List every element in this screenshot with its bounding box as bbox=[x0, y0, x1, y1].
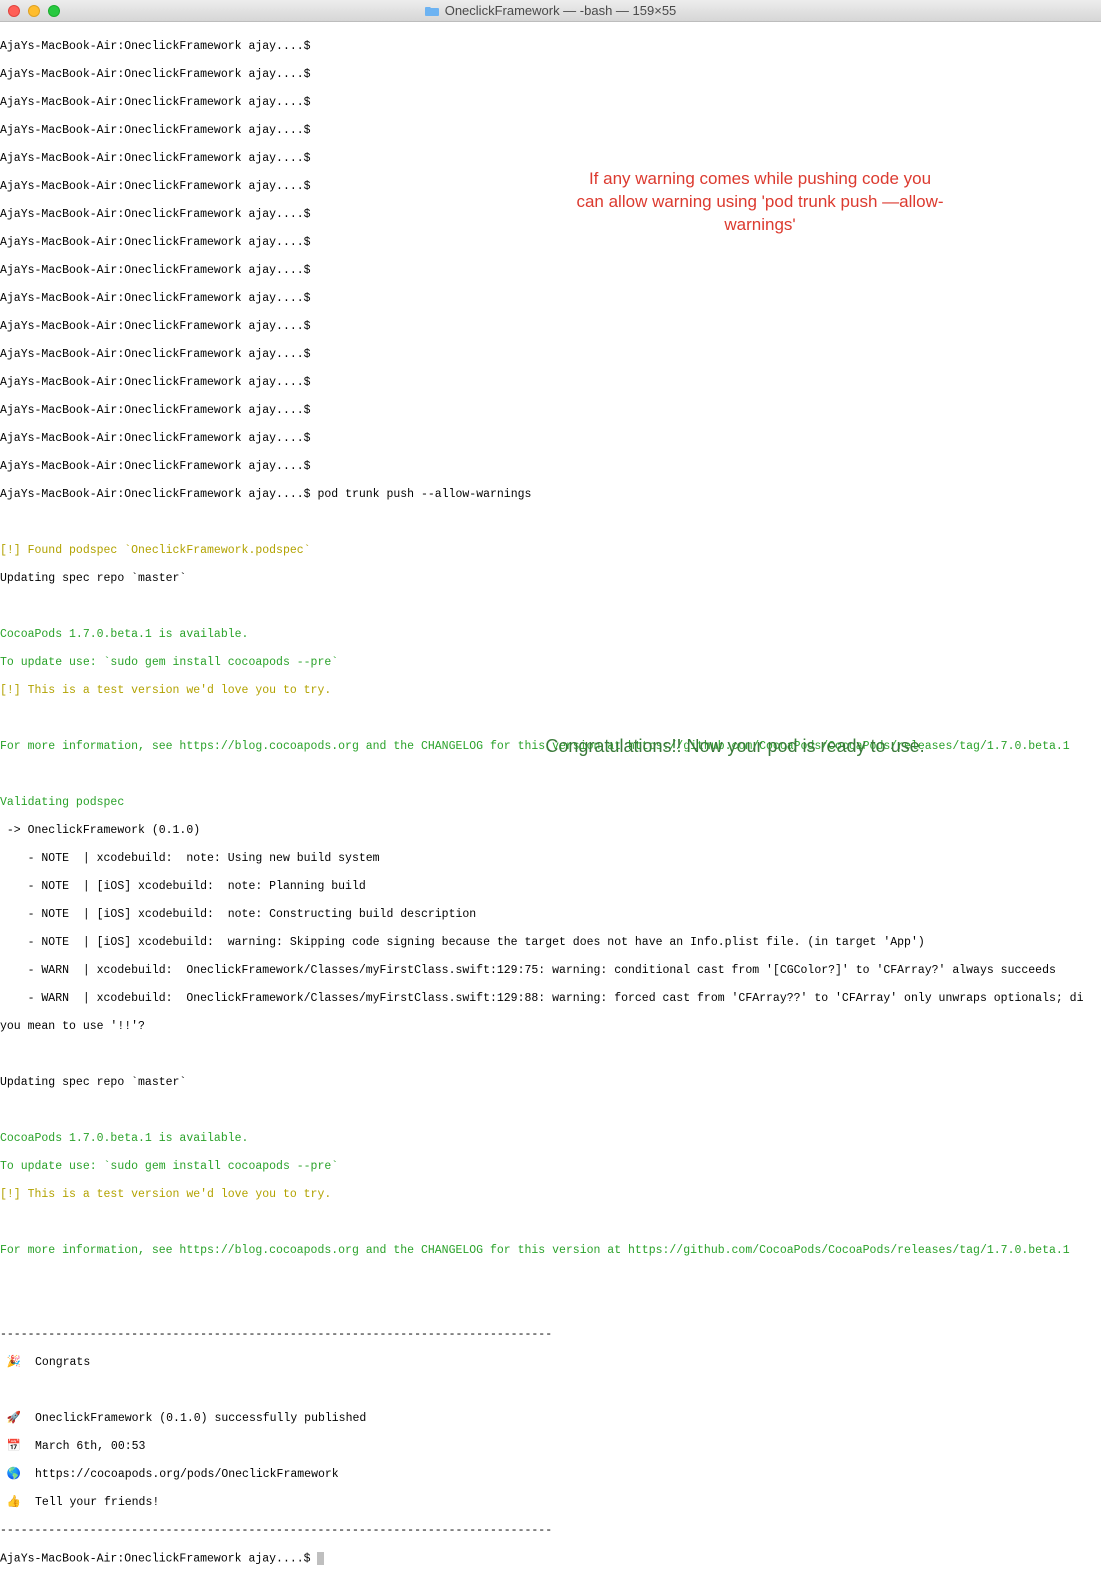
prompt-line: AjaYs-MacBook-Air:OneclickFramework ajay… bbox=[0, 348, 1101, 362]
blank-line bbox=[0, 1272, 1101, 1286]
prompt-line: AjaYs-MacBook-Air:OneclickFramework ajay… bbox=[0, 460, 1101, 474]
blank-line bbox=[0, 600, 1101, 614]
prompt-line: AjaYs-MacBook-Air:OneclickFramework ajay… bbox=[0, 292, 1101, 306]
version-available: CocoaPods 1.7.0.beta.1 is available. bbox=[0, 1132, 1101, 1146]
final-prompt: AjaYs-MacBook-Air:OneclickFramework ajay… bbox=[0, 1552, 1101, 1567]
prompt-line: AjaYs-MacBook-Air:OneclickFramework ajay… bbox=[0, 124, 1101, 138]
warn-line: - WARN | xcodebuild: OneclickFramework/C… bbox=[0, 992, 1101, 1006]
note-line: - NOTE | [iOS] xcodebuild: note: Plannin… bbox=[0, 880, 1101, 894]
window-title: OneclickFramework — -bash — 159×55 bbox=[0, 3, 1101, 18]
url-line: 🌎 https://cocoapods.org/pods/OneclickFra… bbox=[0, 1468, 1101, 1482]
prompt-line: AjaYs-MacBook-Air:OneclickFramework ajay… bbox=[0, 320, 1101, 334]
note-line: - NOTE | [iOS] xcodebuild: note: Constru… bbox=[0, 908, 1101, 922]
blank-line bbox=[0, 1104, 1101, 1118]
annotation-congrats: Congratulations!! Now your pod is ready … bbox=[455, 734, 1015, 758]
date-line: 📅 March 6th, 00:53 bbox=[0, 1440, 1101, 1454]
note-line: - NOTE | [iOS] xcodebuild: warning: Skip… bbox=[0, 936, 1101, 950]
blank-line bbox=[0, 516, 1101, 530]
did-you-mean: you mean to use '!!'? bbox=[0, 1020, 1101, 1034]
prompt-line: AjaYs-MacBook-Air:OneclickFramework ajay… bbox=[0, 152, 1101, 166]
test-version: [!] This is a test version we'd love you… bbox=[0, 684, 1101, 698]
prompt-line: AjaYs-MacBook-Air:OneclickFramework ajay… bbox=[0, 432, 1101, 446]
more-info: For more information, see https://blog.c… bbox=[0, 1244, 1101, 1258]
note-line: - NOTE | xcodebuild: note: Using new bui… bbox=[0, 852, 1101, 866]
version-available: CocoaPods 1.7.0.beta.1 is available. bbox=[0, 628, 1101, 642]
found-podspec: [!] Found podspec `OneclickFramework.pod… bbox=[0, 544, 1101, 558]
title-text: OneclickFramework — -bash — 159×55 bbox=[445, 3, 677, 18]
minimize-icon[interactable] bbox=[28, 5, 40, 17]
tell-friends-line: 👍 Tell your friends! bbox=[0, 1496, 1101, 1510]
blank-line bbox=[0, 1384, 1101, 1398]
update-use: To update use: `sudo gem install cocoapo… bbox=[0, 656, 1101, 670]
published-line: 🚀 OneclickFramework (0.1.0) successfully… bbox=[0, 1412, 1101, 1426]
arrow-line: -> OneclickFramework (0.1.0) bbox=[0, 824, 1101, 838]
prompt-line: AjaYs-MacBook-Air:OneclickFramework ajay… bbox=[0, 96, 1101, 110]
command-line: AjaYs-MacBook-Air:OneclickFramework ajay… bbox=[0, 488, 1101, 502]
updating-master: Updating spec repo `master` bbox=[0, 572, 1101, 586]
prompt-line: AjaYs-MacBook-Air:OneclickFramework ajay… bbox=[0, 40, 1101, 54]
prompt-line: AjaYs-MacBook-Air:OneclickFramework ajay… bbox=[0, 264, 1101, 278]
blank-line bbox=[0, 1048, 1101, 1062]
close-icon[interactable] bbox=[8, 5, 20, 17]
warn-line: - WARN | xcodebuild: OneclickFramework/C… bbox=[0, 964, 1101, 978]
congrats-line: 🎉 Congrats bbox=[0, 1356, 1101, 1370]
blank-line bbox=[0, 1300, 1101, 1314]
validating: Validating podspec bbox=[0, 796, 1101, 810]
blank-line bbox=[0, 712, 1101, 726]
prompt-line: AjaYs-MacBook-Air:OneclickFramework ajay… bbox=[0, 404, 1101, 418]
prompt-line: AjaYs-MacBook-Air:OneclickFramework ajay… bbox=[0, 236, 1101, 250]
maximize-icon[interactable] bbox=[48, 5, 60, 17]
terminal-body[interactable]: AjaYs-MacBook-Air:OneclickFramework ajay… bbox=[0, 22, 1101, 1576]
dash-line: ----------------------------------------… bbox=[0, 1524, 1101, 1538]
update-use: To update use: `sudo gem install cocoapo… bbox=[0, 1160, 1101, 1174]
prompt-line: AjaYs-MacBook-Air:OneclickFramework ajay… bbox=[0, 68, 1101, 82]
blank-line bbox=[0, 1216, 1101, 1230]
cursor-icon bbox=[317, 1552, 324, 1565]
blank-line bbox=[0, 768, 1101, 782]
prompt-line: AjaYs-MacBook-Air:OneclickFramework ajay… bbox=[0, 376, 1101, 390]
updating-master: Updating spec repo `master` bbox=[0, 1076, 1101, 1090]
folder-icon bbox=[425, 5, 439, 17]
annotation-warning: If any warning comes while pushing code … bbox=[575, 168, 945, 237]
window-titlebar: OneclickFramework — -bash — 159×55 bbox=[0, 0, 1101, 22]
dash-line: ----------------------------------------… bbox=[0, 1328, 1101, 1342]
test-version: [!] This is a test version we'd love you… bbox=[0, 1188, 1101, 1202]
traffic-lights bbox=[8, 5, 60, 17]
